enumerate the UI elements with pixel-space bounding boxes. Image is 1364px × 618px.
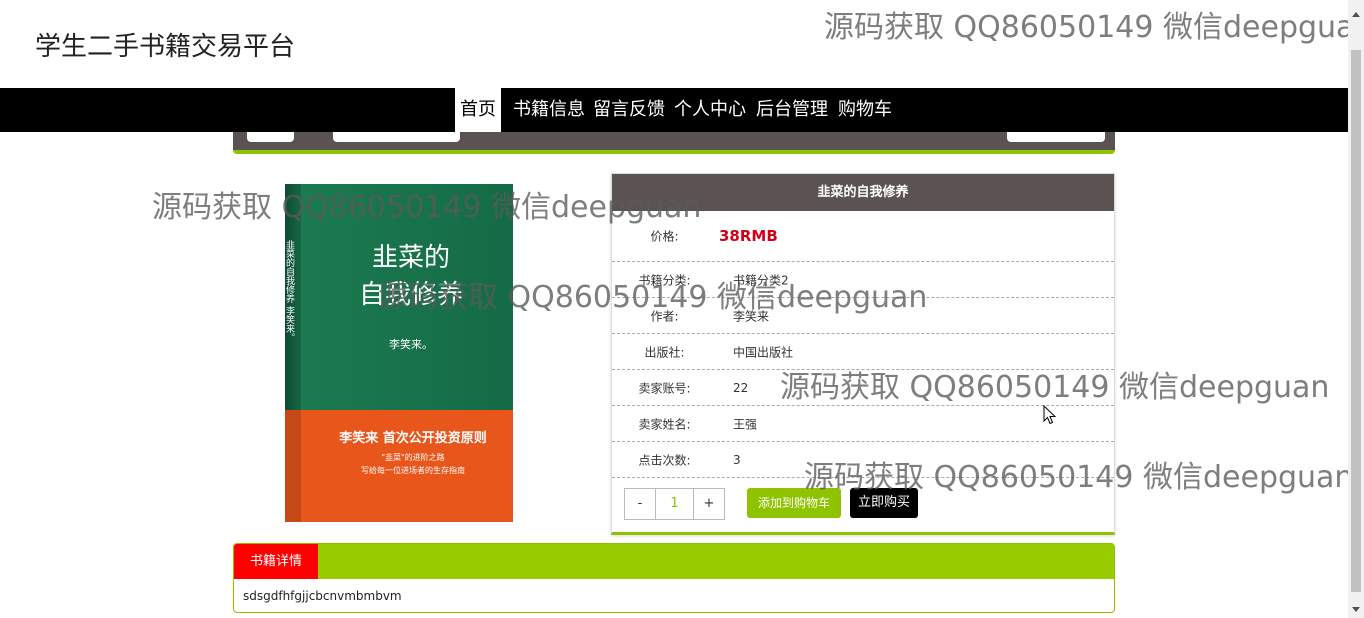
search-button[interactable] [1007, 132, 1105, 142]
book-detail-section: 书籍详情 sdsgdfhfgjjcbcnvmbmbvm [233, 543, 1115, 613]
detail-content: sdsgdfhfgjjcbcnvmbmbvm [243, 589, 402, 603]
nav-item-books[interactable]: 书籍信息 [508, 88, 590, 132]
cover-band-title: 李笑来 首次公开投资原则 [338, 430, 487, 446]
scroll-up-icon[interactable] [1352, 12, 1360, 17]
watermark: 源码获取 QQ86050149 微信deepguan [824, 10, 1364, 45]
main-nav: 首页 书籍信息 留言反馈 个人中心 后台管理 购物车 [0, 88, 1348, 132]
quantity-stepper: - 1 + [624, 488, 725, 520]
watermark: 源码获取 QQ86050149 微信deepguan [152, 190, 702, 225]
nav-item-feedback[interactable]: 留言反馈 [588, 88, 670, 132]
nav-item-admin[interactable]: 后台管理 [751, 88, 833, 132]
scroll-down-icon[interactable] [1352, 607, 1360, 612]
vertical-scrollbar[interactable] [1348, 0, 1364, 618]
price-value: 38RMB [719, 227, 778, 245]
watermark: 源码获取 QQ86050149 微信deepguan [804, 460, 1354, 495]
cover-title-line1: 韭菜的 [372, 243, 450, 273]
search-category-select[interactable] [247, 132, 294, 142]
site-title: 学生二手书籍交易平台 [35, 32, 296, 62]
field-label: 价格: [650, 229, 679, 244]
cover-band-sub1: "韭菜"的进阶之路 [381, 452, 444, 462]
field-label: 点击次数: [638, 453, 691, 467]
nav-item-cart[interactable]: 购物车 [833, 88, 897, 132]
search-input[interactable] [333, 132, 460, 142]
nav-item-personal-center[interactable]: 个人中心 [669, 88, 751, 132]
nav-item-home[interactable]: 首页 [455, 88, 501, 132]
cover-spine: 韭菜的自我修养 李笑来。 [284, 239, 295, 342]
cover-author: 李笑来。 [389, 337, 433, 351]
increase-button[interactable]: + [694, 489, 724, 519]
book-cover-image: 韭菜的 自我修养 李笑来。 韭菜的自我修养 李笑来。 李笑来 首次公开投资原则 … [283, 182, 515, 524]
field-label: 卖家姓名: [638, 417, 691, 431]
watermark: 源码获取 QQ86050149 微信deepguan [378, 280, 928, 315]
mouse-cursor-icon [1043, 405, 1057, 425]
field-value: 王强 [733, 417, 758, 431]
page: 学生二手书籍交易平台 首页 书籍信息 留言反馈 个人中心 后台管理 购物车 韭菜… [0, 0, 1364, 618]
watermark: 源码获取 QQ86050149 微信deepguan [780, 370, 1330, 405]
field-label: 出版社: [644, 345, 685, 359]
tab-book-details[interactable]: 书籍详情 [234, 544, 318, 579]
quantity-input[interactable]: 1 [655, 489, 694, 519]
search-bar [233, 132, 1115, 154]
detail-tab-bar: 书籍详情 [234, 544, 1114, 579]
decrease-button[interactable]: - [625, 489, 655, 519]
field-label: 卖家账号: [638, 381, 691, 395]
field-value: 3 [733, 452, 741, 467]
field-seller-name: 卖家姓名: 王强 [612, 406, 1114, 442]
scrollbar-thumb[interactable] [1351, 50, 1361, 592]
field-value: 中国出版社 [733, 345, 794, 359]
cover-band-sub2: 写给每一位进场者的生存指南 [361, 465, 465, 475]
field-value: 22 [733, 380, 749, 395]
